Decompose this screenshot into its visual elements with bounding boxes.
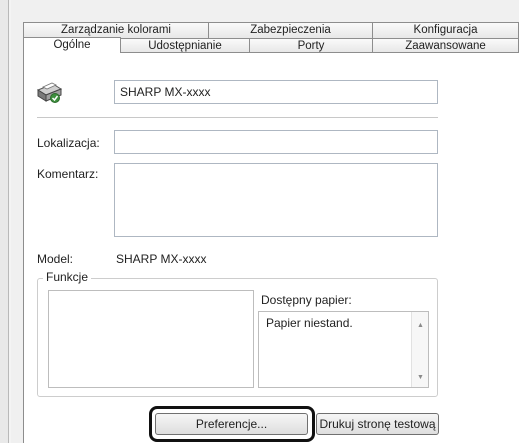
tab-configuration[interactable]: Konfiguracja: [372, 22, 519, 39]
print-test-page-button-label: Drukuj stronę testową: [319, 417, 436, 431]
model-label: Model:: [37, 252, 74, 266]
features-list[interactable]: [48, 290, 254, 388]
window-frame-left: [0, 0, 9, 443]
features-group-title: Funkcje: [43, 270, 92, 284]
tab-security[interactable]: Zabezpieczenia: [208, 22, 373, 39]
location-field[interactable]: [114, 130, 438, 154]
tab-label: Ogólne: [53, 39, 91, 51]
tab-label: Zarządzanie kolorami: [61, 24, 171, 36]
tab-label: Udostępnianie: [148, 40, 222, 52]
printer-name-field[interactable]: SHARP MX-xxxx: [114, 80, 438, 104]
scroll-up-arrow-icon[interactable]: ▲: [417, 322, 424, 329]
tab-sharing[interactable]: Udostępnianie: [120, 38, 250, 53]
separator: [37, 117, 438, 118]
model-value: SHARP MX-xxxx: [116, 252, 207, 266]
highlight-frame: [149, 406, 315, 442]
tab-general[interactable]: Ogólne: [23, 37, 121, 53]
available-paper-label: Dostępny papier:: [261, 293, 352, 307]
printer-icon: [36, 82, 63, 103]
available-paper-list[interactable]: Papier niestand. ▲ ▼: [258, 311, 429, 388]
print-test-page-button[interactable]: Drukuj stronę testową: [316, 413, 439, 435]
list-item[interactable]: Papier niestand.: [266, 316, 353, 330]
location-label: Lokalizacja:: [37, 136, 100, 150]
tab-label: Porty: [297, 40, 325, 52]
scroll-down-arrow-icon[interactable]: ▼: [417, 374, 424, 381]
tab-advanced[interactable]: Zaawansowane: [372, 38, 519, 53]
printer-name-value: SHARP MX-xxxx: [120, 85, 211, 99]
tab-label: Zabezpieczenia: [250, 24, 331, 36]
tab-ports[interactable]: Porty: [249, 38, 373, 53]
comment-label: Komentarz:: [37, 167, 99, 181]
tab-label: Konfiguracja: [413, 24, 478, 36]
tab-label: Zaawansowane: [405, 40, 486, 52]
comment-field[interactable]: [114, 163, 438, 237]
paper-list-scrollbar[interactable]: ▲ ▼: [411, 312, 428, 387]
